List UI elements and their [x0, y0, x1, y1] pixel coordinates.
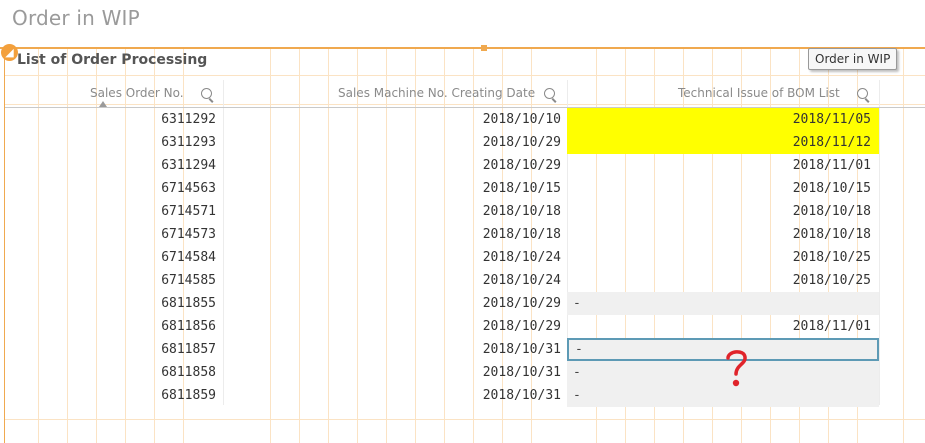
table-row[interactable]: 6811859 2018/10/31- — [5, 384, 925, 407]
cell-creating-date[interactable]: 2018/10/31 — [223, 384, 567, 407]
object-title: List of Order Processing — [17, 52, 208, 68]
cell-sales-order-no[interactable]: 6714563 — [5, 177, 223, 200]
object-selection-border-top — [0, 47, 925, 49]
cell-sales-order-no[interactable]: 6811858 — [5, 361, 223, 384]
table-body: 6311292 2018/10/10 2018/11/05 6311293 2018/1… — [5, 108, 925, 407]
column-header-creating-date[interactable]: Sales Machine No. Creating Date — [223, 80, 567, 107]
column-header-label: Sales Machine No. Creating Date — [338, 86, 536, 100]
table-row[interactable]: 6714571 2018/10/18 2018/10/18 — [5, 200, 925, 223]
cell-bom-issue-date[interactable]: 2018/11/01 — [567, 154, 879, 177]
cell-bom-issue-date[interactable]: 2018/10/18 — [567, 223, 879, 246]
question-mark-annotation — [726, 350, 747, 387]
table-row[interactable]: 6811857 2018/10/31- — [5, 338, 925, 361]
cell-creating-date[interactable]: 2018/10/24 — [223, 269, 567, 292]
cell-sales-order-no[interactable]: 6714573 — [5, 223, 223, 246]
cell-sales-order-no[interactable]: 6811855 — [5, 292, 223, 315]
cell-sales-order-no[interactable]: 6714571 — [5, 200, 223, 223]
column-header-bom-issue[interactable]: Technical Issue of BOM List — [567, 80, 879, 107]
cell-bom-issue-date[interactable]: - — [567, 292, 879, 315]
cell-sales-order-no[interactable]: 6714584 — [5, 246, 223, 269]
cell-creating-date[interactable]: 2018/10/24 — [223, 246, 567, 269]
cell-bom-issue-date[interactable]: 2018/11/01 — [567, 315, 879, 338]
cell-creating-date[interactable]: 2018/10/31 — [223, 361, 567, 384]
cell-bom-issue-date[interactable]: 2018/10/15 — [567, 177, 879, 200]
cell-creating-date[interactable]: 2018/10/31 — [223, 338, 567, 361]
cell-creating-date[interactable]: 2018/10/29 — [223, 315, 567, 338]
cell-sales-order-no[interactable]: 6714585 — [5, 269, 223, 292]
cell-sales-order-no[interactable]: 6311293 — [5, 131, 223, 154]
cell-bom-issue-date[interactable]: 2018/11/05 — [567, 108, 879, 131]
page-title: Order in WIP — [12, 6, 140, 30]
search-icon[interactable] — [544, 88, 555, 99]
cell-bom-issue-date[interactable]: 2018/11/12 — [567, 131, 879, 154]
table-row[interactable]: 6811858 2018/10/31- — [5, 361, 925, 384]
cell-creating-date[interactable]: 2018/10/18 — [223, 200, 567, 223]
cell-sales-order-no[interactable]: 6311292 — [5, 108, 223, 131]
cell-bom-issue-date[interactable]: 2018/10/25 — [567, 269, 879, 292]
cell-creating-date[interactable]: 2018/10/29 — [223, 154, 567, 177]
search-icon[interactable] — [857, 88, 868, 99]
order-table: Sales Order No. Sales Machine No. Creati… — [5, 80, 925, 407]
sort-ascending-icon[interactable] — [99, 101, 107, 107]
table-row[interactable]: 6311292 2018/10/10 2018/11/05 — [5, 108, 925, 131]
cell-sales-order-no[interactable]: 6811856 — [5, 315, 223, 338]
table-row[interactable]: 6311293 2018/10/29 2018/11/12 — [5, 131, 925, 154]
cell-sales-order-no[interactable]: 6811857 — [5, 338, 223, 361]
cell-bom-issue-date[interactable]: 2018/10/18 — [567, 200, 879, 223]
cell-sales-order-no[interactable]: 6311294 — [5, 154, 223, 177]
cell-creating-date[interactable]: 2018/10/18 — [223, 223, 567, 246]
table-row[interactable]: 6811856 2018/10/29 2018/11/01 — [5, 315, 925, 338]
search-icon[interactable] — [201, 88, 212, 99]
cell-bom-issue-date[interactable]: 2018/10/25 — [567, 246, 879, 269]
table-row[interactable]: 6714563 2018/10/15 2018/10/15 — [5, 177, 925, 200]
table-row[interactable]: 6811855 2018/10/29- — [5, 292, 925, 315]
cell-creating-date[interactable]: 2018/10/10 — [223, 108, 567, 131]
cell-sales-order-no[interactable]: 6811859 — [5, 384, 223, 407]
cell-creating-date[interactable]: 2018/10/15 — [223, 177, 567, 200]
table-row[interactable]: 6714573 2018/10/18 2018/10/18 — [5, 223, 925, 246]
tooltip: Order in WIP — [808, 48, 898, 70]
object-menu-icon[interactable]: ◢ — [1, 44, 18, 61]
cell-creating-date[interactable]: 2018/10/29 — [223, 131, 567, 154]
table-header: Sales Order No. Sales Machine No. Creati… — [5, 80, 925, 108]
resize-handle[interactable] — [481, 45, 487, 51]
cell-creating-date[interactable]: 2018/10/29 — [223, 292, 567, 315]
column-header-sales-order[interactable]: Sales Order No. — [5, 80, 223, 107]
column-header-label: Technical Issue of BOM List — [678, 86, 840, 100]
table-row[interactable]: 6311294 2018/10/29 2018/11/01 — [5, 154, 925, 177]
table-row[interactable]: 6714585 2018/10/24 2018/10/25 — [5, 269, 925, 292]
table-row[interactable]: 6714584 2018/10/24 2018/10/25 — [5, 246, 925, 269]
